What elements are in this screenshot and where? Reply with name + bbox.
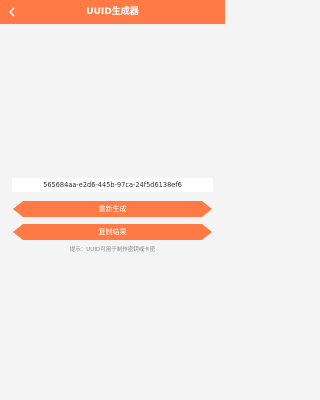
page-title: UUID生成器 <box>86 7 139 17</box>
uuid-output: 565684aa-e2d6-445b-97ca-24f5d6138ef6 <box>12 178 213 192</box>
hint-text: 提示：UUID可用于制作密钥或卡密 <box>69 247 156 253</box>
regenerate-button[interactable]: 重新生成 <box>13 201 212 217</box>
app-bar: UUID生成器 <box>0 0 225 24</box>
copy-result-button[interactable]: 复制结果 <box>13 224 212 240</box>
